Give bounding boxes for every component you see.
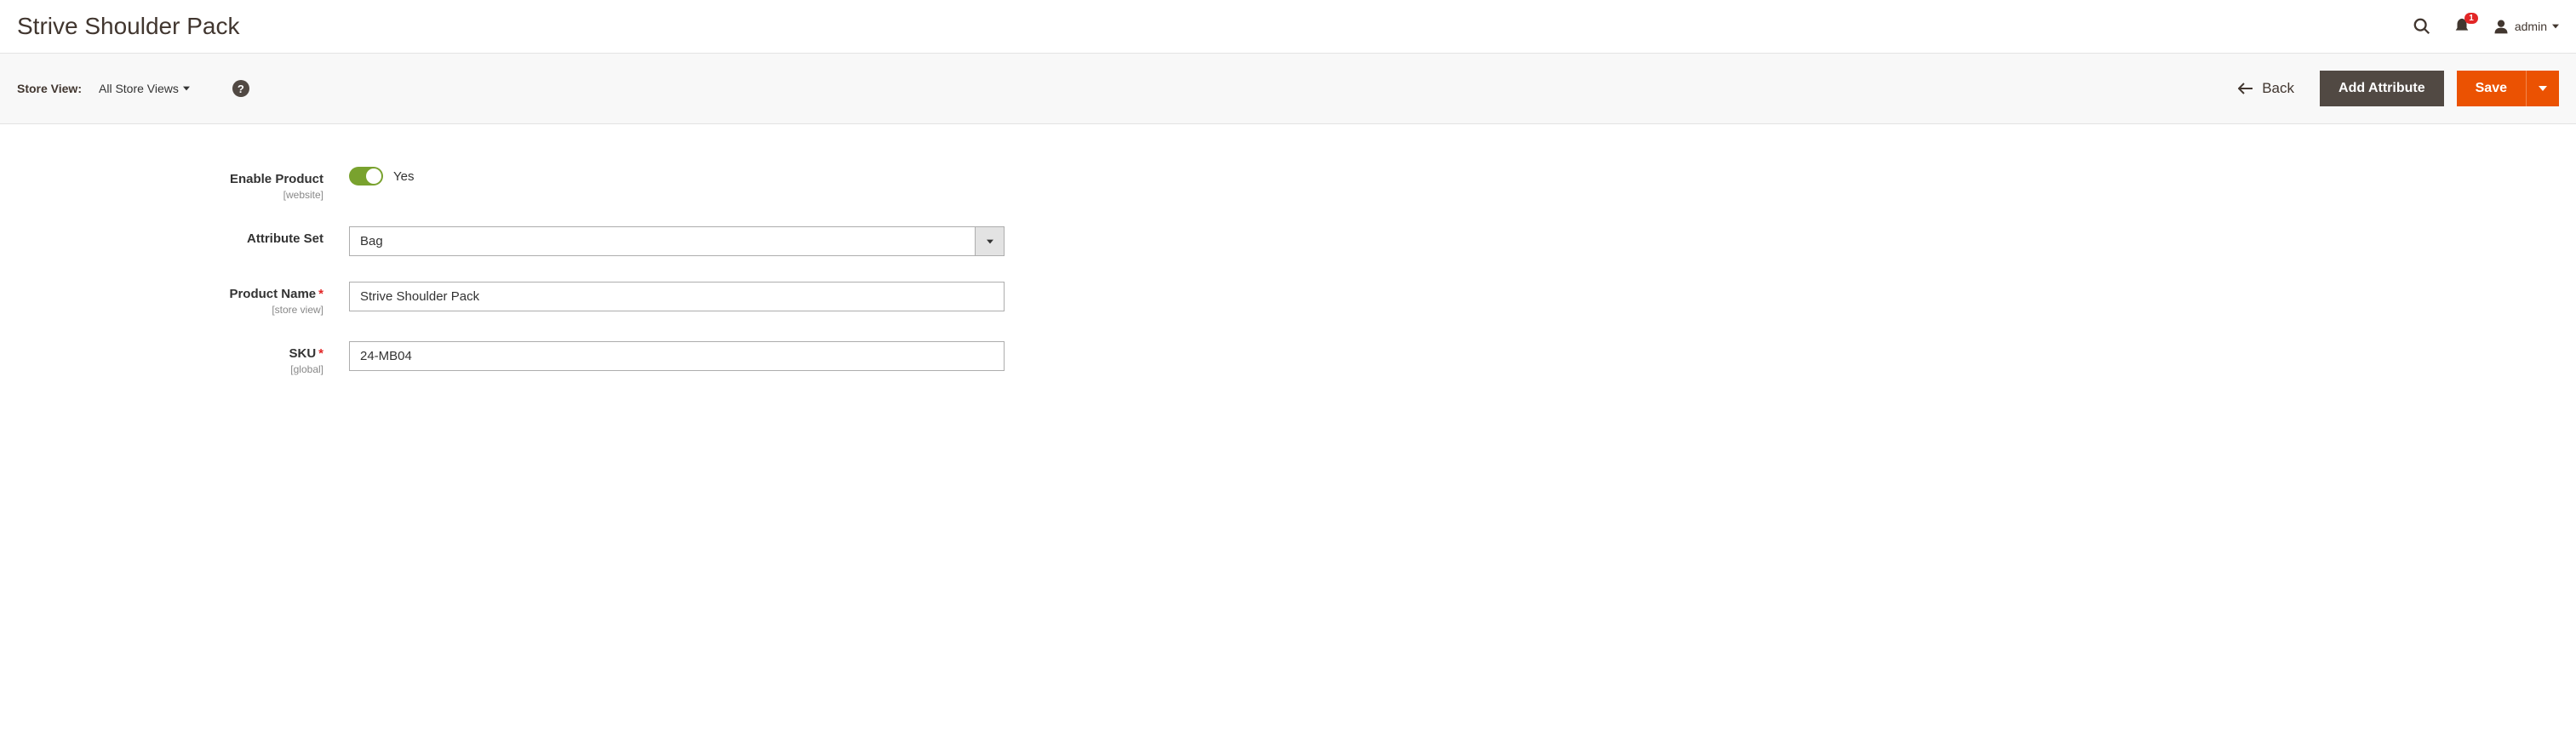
- store-view-select[interactable]: All Store Views: [99, 82, 190, 95]
- search-icon: [2413, 17, 2431, 36]
- chevron-down-icon: [2552, 23, 2559, 30]
- page-title: Strive Shoulder Pack: [17, 13, 239, 40]
- enable-product-scope: [website]: [17, 189, 323, 201]
- attribute-set-value: Bag: [350, 227, 975, 255]
- save-button[interactable]: Save: [2457, 71, 2526, 106]
- notification-badge: 1: [2464, 13, 2478, 24]
- back-label: Back: [2262, 80, 2294, 97]
- chevron-down-icon: [2539, 84, 2547, 93]
- enable-product-label: Enable Product: [230, 172, 323, 186]
- attribute-set-label: Attribute Set: [247, 231, 323, 246]
- chevron-down-icon: [975, 227, 1004, 255]
- notifications-button[interactable]: 1: [2453, 17, 2471, 36]
- add-attribute-button[interactable]: Add Attribute: [2320, 71, 2444, 106]
- store-view-value: All Store Views: [99, 82, 179, 95]
- help-icon[interactable]: ?: [232, 80, 249, 97]
- back-button[interactable]: Back: [2238, 80, 2294, 97]
- user-name: admin: [2515, 20, 2547, 33]
- attribute-set-select[interactable]: Bag: [349, 226, 1005, 256]
- user-icon: [2493, 18, 2510, 35]
- search-button[interactable]: [2413, 17, 2431, 36]
- product-name-scope: [store view]: [17, 304, 323, 316]
- enable-product-value: Yes: [393, 169, 414, 184]
- enable-product-toggle[interactable]: [349, 167, 383, 186]
- store-view-label: Store View:: [17, 82, 82, 95]
- product-name-label: Product Name*: [229, 287, 323, 301]
- user-menu[interactable]: admin: [2493, 18, 2559, 35]
- save-dropdown-button[interactable]: [2526, 71, 2559, 106]
- sku-label: SKU*: [289, 346, 323, 361]
- chevron-down-icon: [183, 85, 190, 92]
- sku-scope: [global]: [17, 363, 323, 375]
- arrow-left-icon: [2238, 83, 2253, 94]
- product-name-input[interactable]: [349, 282, 1005, 311]
- sku-input[interactable]: [349, 341, 1005, 371]
